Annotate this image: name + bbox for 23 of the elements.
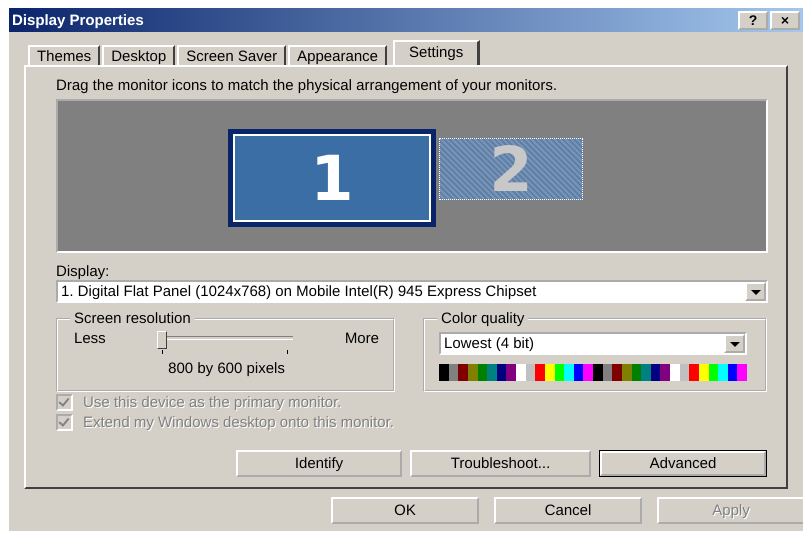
group-title: Color quality: [437, 310, 528, 327]
checkbox-label: Use this device as the primary monitor.: [83, 394, 342, 410]
display-label: Display:: [56, 263, 110, 280]
help-button[interactable]: ?: [738, 10, 768, 30]
button[interactable]: Troubleshoot...: [410, 450, 591, 477]
window-title: Display Properties: [12, 12, 144, 28]
button[interactable]: Cancel: [494, 497, 642, 524]
button[interactable]: OK: [331, 497, 479, 524]
display-dropdown[interactable]: 1. Digital Flat Panel (1024x768) on Mobile Intel(R) 945 Express Chipset: [56, 280, 768, 303]
tab[interactable]: Appearance: [288, 45, 388, 65]
slider-min-label: Less: [74, 330, 106, 347]
button[interactable]: Advanced: [599, 450, 767, 477]
tab[interactable]: Screen Saver: [177, 45, 286, 65]
close-button[interactable]: ×: [770, 10, 800, 30]
tab[interactable]: Themes: [28, 45, 100, 65]
slider-max-label: More: [344, 330, 379, 347]
tab[interactable]: Desktop: [102, 45, 176, 65]
instruction-text: Drag the monitor icons to match the physical arrangement of your monitors.: [56, 77, 558, 94]
checkbox-label: Extend my Windows desktop onto this monitor.: [83, 414, 394, 430]
button[interactable]: Identify: [236, 450, 402, 477]
resolution-reading: 800 by 600 pixels: [167, 360, 286, 377]
color-quality-dropdown[interactable]: Lowest (4 bit): [439, 332, 747, 355]
tab[interactable]: Settings: [393, 40, 480, 65]
